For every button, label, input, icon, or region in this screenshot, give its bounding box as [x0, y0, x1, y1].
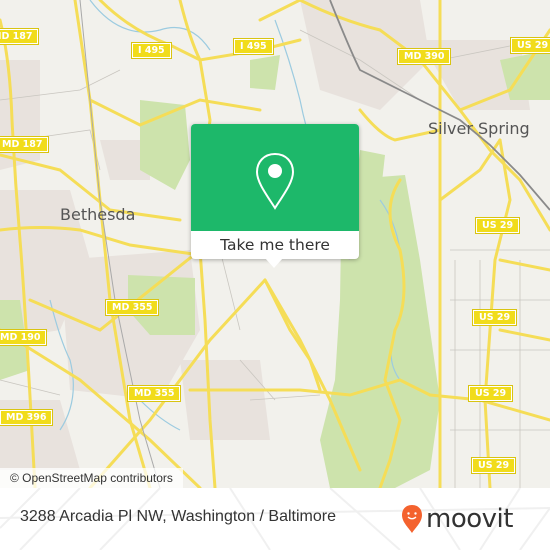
place-label-silver-spring: Silver Spring: [428, 119, 530, 138]
map-pin-icon: [255, 152, 295, 210]
map-view[interactable]: MD 187 I 495 I 495 MD 390 US 29 MD 187 M…: [0, 0, 550, 488]
road-shield: MD 396: [0, 409, 54, 426]
moovit-pin-icon: [402, 505, 422, 533]
popup-header: [191, 124, 359, 231]
road-shield: MD 187: [0, 136, 50, 153]
road-shield: MD 355: [104, 299, 160, 316]
road-shield: US 29: [470, 457, 517, 474]
road-shield: I 495: [131, 42, 172, 59]
road-shield: US 29: [474, 217, 521, 234]
popup-pointer: [265, 258, 283, 268]
road-shield: I 495: [233, 38, 274, 55]
road-shield: MD 190: [0, 329, 48, 346]
take-me-there-button[interactable]: Take me there: [191, 232, 359, 258]
take-me-there-popup[interactable]: Take me there: [191, 124, 359, 268]
moovit-logo[interactable]: moovit: [401, 502, 513, 536]
road-shield: US 29: [471, 309, 518, 326]
moovit-wordmark: moovit: [426, 504, 513, 534]
place-label-bethesda: Bethesda: [60, 205, 136, 224]
destination-address: 3288 Arcadia Pl NW, Washington / Baltimo…: [20, 508, 336, 525]
footer-bar: 3288 Arcadia Pl NW, Washington / Baltimo…: [0, 488, 550, 550]
map-attribution[interactable]: © OpenStreetMap contributors: [0, 468, 183, 488]
road-shield: US 29: [509, 37, 550, 54]
road-shield: MD 390: [396, 48, 452, 65]
road-shield: US 29: [467, 385, 514, 402]
road-shield: MD 187: [0, 28, 40, 45]
road-shield: MD 355: [126, 385, 182, 402]
